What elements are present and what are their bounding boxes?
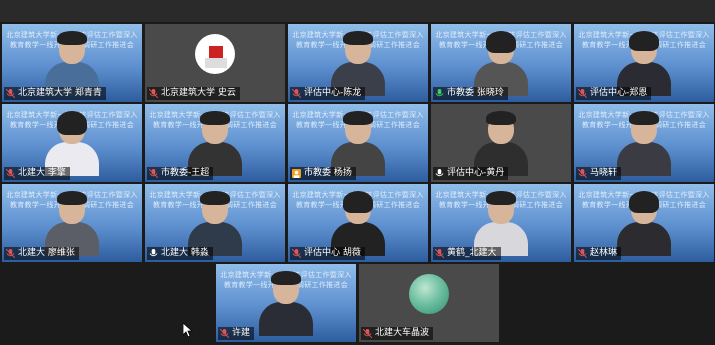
participant-video [331, 31, 385, 96]
participant-label: 市教委 张晓玲 [433, 87, 508, 100]
video-tile[interactable]: 北京建筑大学新一轮审核评估工作暨深入教育教学一线开展学年调研工作推进会 市教委 … [288, 104, 428, 182]
participant-label: 评估中心-黄丹 [433, 167, 509, 180]
participant-label: 北建大 韩淼 [147, 247, 213, 260]
video-tile[interactable]: 北京建筑大学新一轮审核评估工作暨深入教育教学一线开展学年调研工作推进会 许建 [216, 264, 356, 342]
participant-name: 市教委 张晓玲 [447, 88, 504, 98]
participant-name: 马晓轩 [590, 168, 618, 178]
mic-muted-icon [6, 169, 15, 178]
participant-name: 评估中心-陈龙 [304, 88, 362, 98]
participant-name: 评估中心 胡薇 [304, 248, 361, 258]
participant-label: 北京建筑大学 郑青青 [4, 87, 106, 100]
mic-icon [149, 249, 158, 258]
participant-video [331, 111, 385, 176]
participant-video [45, 111, 99, 176]
mic-muted-icon [220, 329, 229, 338]
participant-name: 赵林琳 [590, 248, 618, 258]
participant-label: 赵林琳 [576, 247, 622, 260]
participant-name: 北京建筑大学 史云 [161, 88, 236, 98]
earth-avatar-icon [409, 274, 449, 314]
participant-name: 评估中心-黄丹 [447, 168, 505, 178]
top-toolbar [0, 0, 715, 22]
participant-label: 许建 [218, 327, 255, 340]
participant-label: 北建大车晶波 [361, 327, 434, 340]
participant-name: 北建大 廖维张 [18, 248, 75, 258]
participant-label: 北京建筑大学 史云 [147, 87, 240, 100]
participant-name: 黄鹤_北建大 [447, 248, 497, 258]
participant-video [474, 31, 528, 96]
video-tile[interactable]: 北京建筑大学新一轮审核评估工作暨深入教育教学一线开展学年调研工作推进会 评估中心… [288, 24, 428, 102]
participant-label: 评估中心-陈龙 [290, 87, 366, 100]
video-tile-active-speaker[interactable]: 北京建筑大学新一轮审核评估工作暨深入教育教学一线开展学年调研工作推进会 市教委 … [431, 24, 571, 102]
participant-label: 北建大 李擎 [4, 167, 70, 180]
participant-name: 市教委 杨扬 [304, 168, 352, 178]
mic-muted-icon [6, 249, 15, 258]
participant-video [259, 271, 313, 336]
participant-video [188, 111, 242, 176]
participant-label: 评估中心 胡薇 [290, 247, 365, 260]
mouse-cursor-icon [182, 322, 194, 338]
participant-video [474, 111, 528, 176]
mic-muted-icon [292, 89, 301, 98]
video-tile[interactable]: 北京建筑大学新一轮审核评估工作暨深入教育教学一线开展学年调研工作推进会 马晓轩 [574, 104, 714, 182]
participant-video [331, 191, 385, 256]
video-tile[interactable]: 北京建筑大学新一轮审核评估工作暨深入教育教学一线开展学年调研工作推进会 市教委-… [145, 104, 285, 182]
mic-muted-icon [6, 89, 15, 98]
participant-video [617, 191, 671, 256]
mic-muted-icon [363, 329, 372, 338]
participant-video [617, 31, 671, 96]
video-tile[interactable]: 北京建筑大学新一轮审核评估工作暨深入教育教学一线开展学年调研工作推进会 北建大 … [2, 104, 142, 182]
participant-video [45, 191, 99, 256]
video-tile[interactable]: 北京建筑大学新一轮审核评估工作暨深入教育教学一线开展学年调研工作推进会 北建大 … [145, 184, 285, 262]
participant-name: 评估中心-郑恩 [590, 88, 648, 98]
mic-muted-icon [578, 89, 587, 98]
video-tile[interactable]: 北京建筑大学新一轮审核评估工作暨深入教育教学一线开展学年调研工作推进会 评估中心… [574, 24, 714, 102]
mic-speaking-icon [435, 89, 444, 98]
participant-label: 马晓轩 [576, 167, 622, 180]
participant-label: 黄鹤_北建大 [433, 247, 501, 260]
video-tile[interactable]: 北京建筑大学新一轮审核评估工作暨深入教育教学一线开展学年调研工作推进会 北京建筑… [2, 24, 142, 102]
participant-label: 市教委-王超 [147, 167, 214, 180]
participant-name: 许建 [232, 328, 251, 338]
mic-muted-icon [435, 249, 444, 258]
participant-name: 北建大车晶波 [375, 328, 430, 338]
participant-label: 北建大 廖维张 [4, 247, 79, 260]
video-tile[interactable]: 评估中心-黄丹 [431, 104, 571, 182]
participant-label: 市教委 杨扬 [290, 167, 356, 180]
mic-muted-icon [578, 249, 587, 258]
participant-label: 评估中心-郑恩 [576, 87, 652, 100]
mic-icon [435, 169, 444, 178]
mic-muted-icon [149, 169, 158, 178]
video-tile[interactable]: 北京建筑大学新一轮审核评估工作暨深入教育教学一线开展学年调研工作推进会 赵林琳 [574, 184, 714, 262]
participant-avatar [195, 34, 235, 74]
video-tile[interactable]: 北京建筑大学新一轮审核评估工作暨深入教育教学一线开展学年调研工作推进会 评估中心… [288, 184, 428, 262]
participant-name: 北建大 韩淼 [161, 248, 209, 258]
participant-video [45, 31, 99, 96]
video-tile[interactable]: 北京建筑大学 史云 [145, 24, 285, 102]
participant-name: 市教委-王超 [161, 168, 210, 178]
participant-name: 北京建筑大学 郑青青 [18, 88, 102, 98]
video-tile[interactable]: 北建大车晶波 [359, 264, 499, 342]
mic-muted-icon [149, 89, 158, 98]
participant-name: 北建大 李擎 [18, 168, 66, 178]
participant-video [474, 191, 528, 256]
mic-muted-icon [578, 169, 587, 178]
participant-video [188, 191, 242, 256]
participant-avatar-icon [292, 169, 301, 178]
video-tile[interactable]: 北京建筑大学新一轮审核评估工作暨深入教育教学一线开展学年调研工作推进会 黄鹤_北… [431, 184, 571, 262]
video-tile[interactable]: 北京建筑大学新一轮审核评估工作暨深入教育教学一线开展学年调研工作推进会 北建大 … [2, 184, 142, 262]
mic-muted-icon [292, 249, 301, 258]
participant-video [617, 111, 671, 176]
